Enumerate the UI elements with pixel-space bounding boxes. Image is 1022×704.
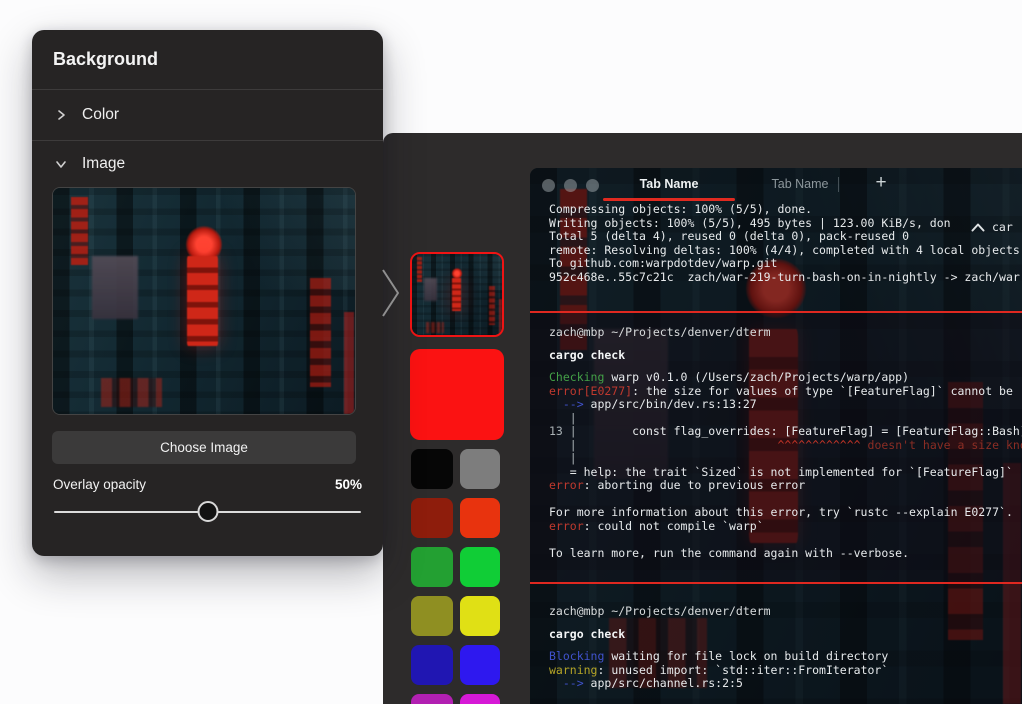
terminal-line: error: could not compile `warp` — [549, 520, 1022, 534]
neon-sign-left — [71, 197, 88, 265]
slider-knob[interactable] — [197, 501, 218, 522]
terminal-line: remote: Resolving deltas: 100% (4/4), co… — [549, 244, 1020, 258]
terminal-line: To learn more, run the command again wit… — [549, 547, 1022, 561]
terminal-line: For more information about this error, t… — [549, 506, 1022, 520]
overlay-opacity-slider[interactable] — [54, 501, 361, 523]
chevron-up-icon — [971, 223, 985, 232]
overlay-opacity-label: Overlay opacity — [53, 477, 146, 492]
terminal-line: Total 5 (delta 4), reused 0 (delta 0), p… — [549, 230, 1020, 244]
terminal-line: = help: the trait `Sized` is not impleme… — [549, 466, 1022, 480]
terminal-prompt: zach@mbp ~/Projects/denver/dterm — [549, 326, 1022, 340]
terminal-line: | ^^^^^^^^^^^^ doesn't have a size kno — [549, 439, 1022, 453]
new-tab-button[interactable]: + — [866, 168, 896, 200]
cyberpunk-city-image — [412, 254, 502, 335]
background-image-preview — [52, 187, 356, 415]
chevron-down-icon — [55, 158, 67, 170]
neon-sign-right — [310, 278, 331, 386]
terminal-preview-window: Tab Name Tab Name + Compressing objects:… — [530, 168, 1022, 704]
terminal-line: Compressing objects: 100% (5/5), done. — [549, 203, 1020, 217]
chevron-right-icon — [55, 109, 67, 121]
neon-sign-edge — [344, 312, 355, 414]
choose-image-button[interactable]: Choose Image — [52, 431, 356, 464]
background-swatch-list — [410, 252, 508, 704]
neon-sign-circle — [452, 268, 463, 279]
neon-sign-bottom — [101, 378, 161, 407]
swatch-olive[interactable] — [411, 596, 453, 636]
tab-inactive[interactable]: Tab Name — [735, 168, 865, 200]
git-output-block: Compressing objects: 100% (5/5), done.Wr… — [549, 203, 1020, 284]
sky-patch — [92, 256, 137, 319]
terminal-line: Writing objects: 100% (5/5), 495 bytes |… — [549, 217, 1020, 231]
command-output: Checking warp v0.1.0 (/Users/zach/Projec… — [549, 371, 1022, 560]
terminal-line: Checking warp v0.1.0 (/Users/zach/Projec… — [549, 371, 1022, 385]
terminal-tab-bar: Tab Name Tab Name + — [530, 168, 1022, 202]
terminal-line: | — [549, 412, 1022, 426]
terminal-line: 13 | const flag_overrides: [FeatureFlag]… — [549, 425, 1022, 439]
terminal-command: cargo check — [549, 349, 1022, 363]
swatch-dark-red[interactable] — [411, 498, 453, 538]
section-color[interactable]: Color — [32, 90, 383, 140]
swatch-gray[interactable] — [460, 449, 500, 489]
swatch-navy-blue[interactable] — [411, 645, 453, 685]
panel-pointer-notch — [382, 269, 402, 317]
terminal-line: | — [549, 452, 1022, 466]
section-image-label: Image — [82, 155, 125, 173]
command-block-error: zach@mbp ~/Projects/denver/dterm cargo c… — [530, 311, 1022, 584]
swatch-image-thumbnail[interactable] — [410, 252, 504, 337]
neon-sign-center — [452, 278, 461, 310]
swatch-grid — [411, 449, 508, 704]
neon-sign-edge — [499, 299, 502, 335]
window-control-dot[interactable] — [542, 179, 555, 192]
panel-title: Background — [32, 30, 383, 89]
swatch-bright-green[interactable] — [460, 547, 500, 587]
overlay-opacity-row: Overlay opacity 50% — [53, 477, 362, 492]
neon-sign-left — [417, 257, 422, 281]
swatch-magenta[interactable] — [460, 694, 500, 704]
neon-sign-bottom — [426, 322, 444, 333]
window-control-dot[interactable] — [586, 179, 599, 192]
background-panel: Background Color Image Choose Image — [32, 30, 383, 556]
terminal-line — [549, 533, 1022, 547]
swatch-red-large[interactable] — [410, 349, 504, 440]
scroll-hint-label: car — [992, 220, 1013, 234]
scroll-to-command-hint[interactable]: car — [971, 220, 1013, 234]
swatch-purple-magenta[interactable] — [411, 694, 453, 704]
swatch-green[interactable] — [411, 547, 453, 587]
command-block-warning: zach@mbp ~/Projects/denver/dterm cargo c… — [549, 605, 888, 704]
section-color-label: Color — [82, 106, 119, 124]
swatch-black[interactable] — [411, 449, 453, 489]
cyberpunk-city-image — [53, 188, 355, 414]
terminal-line: Blocking waiting for file lock on build … — [549, 650, 888, 664]
screenshot-root: Tab Name Tab Name + Compressing objects:… — [0, 0, 1022, 704]
terminal-line — [549, 691, 888, 704]
terminal-command: cargo check — [549, 628, 888, 642]
tab-active[interactable]: Tab Name — [603, 168, 735, 200]
terminal-line: --> app/src/channel.rs:2:5 — [549, 677, 888, 691]
neon-sign-right — [489, 286, 495, 325]
terminal-line — [549, 493, 1022, 507]
swatch-yellow[interactable] — [460, 596, 500, 636]
swatch-orange-red[interactable] — [460, 498, 500, 538]
terminal-prompt: zach@mbp ~/Projects/denver/dterm — [549, 605, 888, 619]
active-tab-underline — [603, 198, 735, 201]
swatch-blue[interactable] — [460, 645, 500, 685]
terminal-line: error[E0277]: the size for values of typ… — [549, 385, 1022, 399]
command-output: Blocking waiting for file lock on build … — [549, 650, 888, 704]
terminal-line: warning: unused import: `std::iter::From… — [549, 664, 888, 678]
neon-sign-center — [187, 256, 217, 346]
terminal-line: --> app/src/bin/dev.rs:13:27 — [549, 398, 1022, 412]
sky-patch — [424, 278, 438, 301]
appearance-settings-window: Tab Name Tab Name + Compressing objects:… — [383, 133, 1022, 704]
section-image[interactable]: Image — [32, 141, 383, 187]
terminal-line: To github.com:warpdotdev/warp.git — [549, 257, 1020, 271]
overlay-opacity-value: 50% — [335, 477, 362, 492]
terminal-line: error: aborting due to previous error — [549, 479, 1022, 493]
window-control-dot[interactable] — [564, 179, 577, 192]
tab-divider — [838, 177, 839, 192]
terminal-line: 952c468e..55c7c21c zach/war-219-turn-bas… — [549, 271, 1020, 285]
